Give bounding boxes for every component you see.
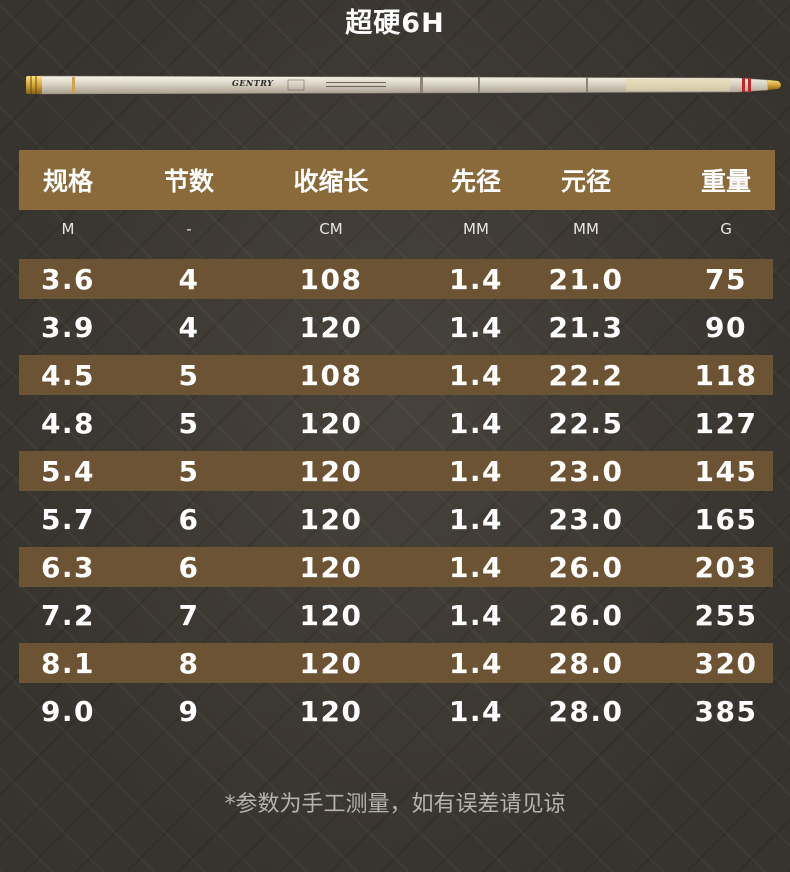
table-unit-cell: CM (319, 220, 343, 238)
table-row: 5.7 6 120 1.4 23.0 165 (19, 499, 775, 539)
table-cell: 28.0 (548, 694, 624, 728)
table-cell: 21.0 (548, 262, 624, 296)
table-cell: 165 (694, 502, 758, 536)
table-row: 3.6 4 108 1.4 21.0 75 (19, 259, 773, 299)
table-cell: 75 (705, 262, 747, 296)
table-cell: 6 (178, 502, 200, 536)
table-cell: 108 (299, 358, 363, 392)
table-cell: 7 (178, 598, 200, 632)
table-cell: 120 (299, 598, 363, 632)
table-cell: 255 (694, 598, 758, 632)
table-cell: 5 (178, 454, 200, 488)
spec-table: 规格 节数 收缩长 先径 元径 重量 M - CM MM MM G 3.6 4 108 1.4 21.0 75… (0, 0, 790, 872)
table-cell: 9 (178, 694, 200, 728)
table-row: 4.8 5 120 1.4 22.5 127 (19, 403, 775, 443)
table-cell: 5.7 (40, 502, 96, 536)
table-row: 6.3 6 120 1.4 26.0 203 (19, 547, 773, 587)
table-cell: 5 (178, 358, 200, 392)
table-cell: 8.1 (40, 646, 96, 680)
table-cell: 145 (694, 454, 758, 488)
table-cell: 3.6 (40, 262, 96, 296)
table-cell: 3.9 (40, 310, 96, 344)
table-row: 7.2 7 120 1.4 26.0 255 (19, 595, 775, 635)
table-unit-cell: - (186, 220, 192, 238)
table-header-cell: 节数 (163, 167, 214, 196)
table-cell: 127 (694, 406, 758, 440)
table-cell: 90 (705, 310, 747, 344)
table-cell: 120 (299, 646, 363, 680)
table-header-cell: 规格 (42, 167, 93, 196)
table-unit-cell: MM (573, 220, 599, 238)
table-unit-cell: M (61, 220, 75, 238)
table-cell: 120 (299, 454, 363, 488)
table-cell: 4 (178, 310, 200, 344)
table-cell: 4.5 (40, 358, 96, 392)
table-cell: 120 (299, 406, 363, 440)
table-cell: 28.0 (548, 646, 624, 680)
table-cell: 8 (178, 646, 200, 680)
table-header-cell: 元径 (560, 167, 611, 196)
table-cell: 6.3 (40, 550, 96, 584)
table-cell: 21.3 (548, 310, 624, 344)
table-cell: 7.2 (40, 598, 96, 632)
table-cell: 4.8 (40, 406, 96, 440)
table-cell: 320 (694, 646, 758, 680)
table-header-cell: 收缩长 (293, 167, 369, 196)
table-cell: 5.4 (40, 454, 96, 488)
table-cell: 26.0 (548, 550, 624, 584)
table-cell: 22.5 (548, 406, 624, 440)
table-cell: 4 (178, 262, 200, 296)
table-cell: 5 (178, 406, 200, 440)
table-header-cell: 重量 (700, 167, 751, 196)
table-cell: 26.0 (548, 598, 624, 632)
table-cell: 385 (694, 694, 758, 728)
table-cell: 108 (299, 262, 363, 296)
table-unit-row: M - CM MM MM G (19, 212, 775, 246)
table-row: 8.1 8 120 1.4 28.0 320 (19, 643, 773, 683)
table-cell: 23.0 (548, 502, 624, 536)
table-cell: 6 (178, 550, 200, 584)
measurement-footnote: *参数为手工测量，如有误差请见谅 (224, 792, 566, 817)
table-row: 4.5 5 108 1.4 22.2 118 (19, 355, 773, 395)
table-cell: 9.0 (40, 694, 96, 728)
table-cell: 203 (694, 550, 758, 584)
table-row: 3.9 4 120 1.4 21.3 90 (19, 307, 775, 347)
table-cell: 22.2 (548, 358, 624, 392)
product-spec-page: 超硬6H GENTRY 规格 节数 收缩长 先径 元径 重量 M - CM MM… (0, 0, 790, 872)
table-cell: 120 (299, 502, 363, 536)
table-cell: 120 (299, 550, 363, 584)
table-cell: 23.0 (548, 454, 624, 488)
table-unit-cell: G (720, 220, 732, 238)
table-cell: 120 (299, 310, 363, 344)
table-row: 5.4 5 120 1.4 23.0 145 (19, 451, 773, 491)
table-cell: 120 (299, 694, 363, 728)
table-cell: 118 (694, 358, 758, 392)
table-header-row: 规格 节数 收缩长 先径 元径 重量 (19, 150, 775, 210)
table-row: 9.0 9 120 1.4 28.0 385 (19, 691, 775, 731)
